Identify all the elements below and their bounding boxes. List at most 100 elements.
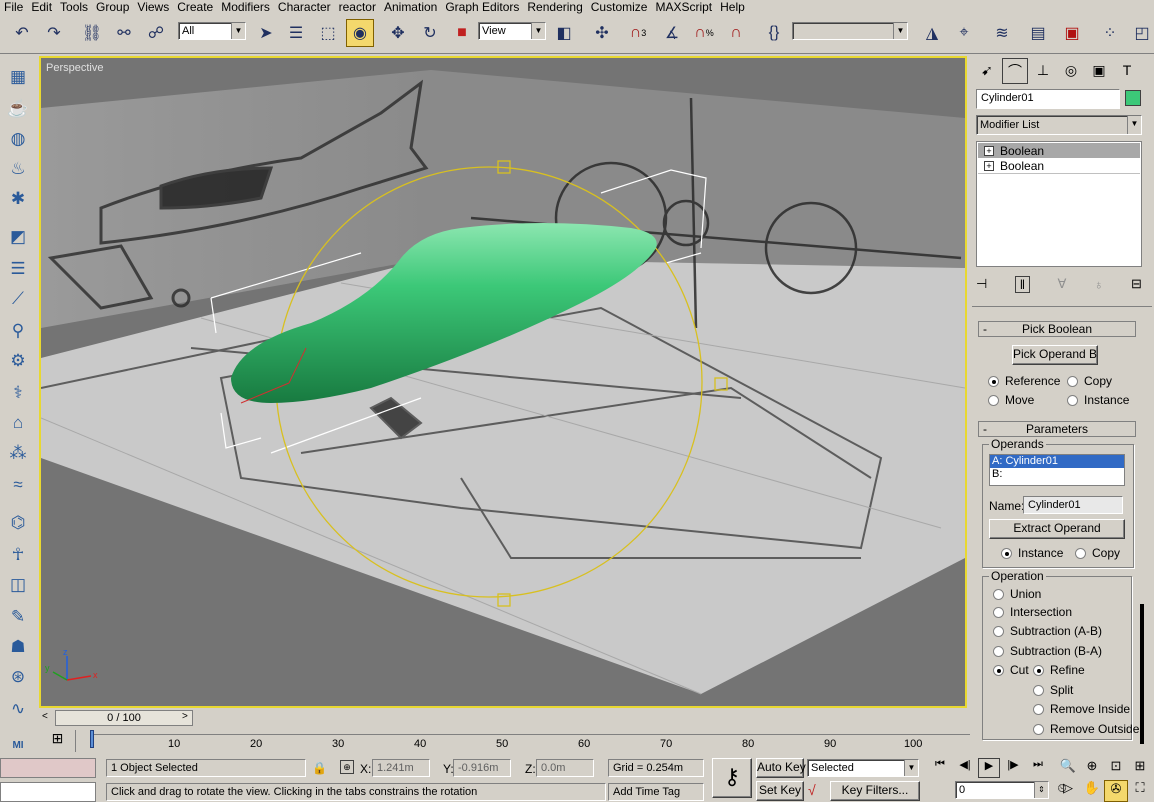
menu-modifiers[interactable]: Modifiers — [217, 0, 274, 14]
select-and-link-icon[interactable]: ⛓ — [78, 19, 106, 47]
menu-edit[interactable]: Edit — [27, 0, 56, 14]
expand-icon[interactable]: + — [984, 145, 994, 156]
union-radio[interactable]: Union — [993, 587, 1041, 601]
goto-end-icon[interactable]: ⏭ — [1026, 758, 1050, 778]
window-crossing-icon[interactable]: ◉ — [346, 19, 374, 47]
utilities-tab-icon[interactable]: T — [1114, 58, 1140, 84]
menu-rendering[interactable]: Rendering — [523, 0, 586, 14]
menu-file[interactable]: File — [0, 0, 27, 14]
hierarchy-tab-icon[interactable]: ⊥ — [1030, 58, 1056, 84]
menu-maxscript[interactable]: MAXScript — [651, 0, 716, 14]
material-editor-icon[interactable]: ⁘ — [1096, 19, 1124, 47]
intersection-radio[interactable]: Intersection — [993, 605, 1072, 619]
stack-item[interactable]: + Boolean — [978, 159, 1140, 174]
gear-icon[interactable]: ⚙ — [5, 348, 31, 374]
extract-instance-radio[interactable]: Instance — [1001, 546, 1063, 560]
remove-outside-radio[interactable]: Remove Outside — [1033, 722, 1139, 736]
helper-icon[interactable]: ✱ — [5, 186, 31, 212]
configure-sets-icon[interactable]: ⊟ — [1131, 276, 1142, 292]
stack-item[interactable]: + Boolean — [978, 143, 1140, 158]
spinner-snap-icon[interactable]: ∩ — [722, 19, 750, 47]
panel-scrollbar[interactable] — [1140, 604, 1144, 744]
modifier-stack[interactable]: + Boolean + Boolean — [976, 141, 1142, 267]
biped-icon[interactable]: ☥ — [5, 542, 31, 568]
current-frame-spinner[interactable]: 0 ⇕ — [955, 781, 1049, 799]
zoom-extents-all-icon[interactable]: ⊞ — [1128, 758, 1152, 780]
menu-group[interactable]: Group — [92, 0, 133, 14]
selection-filter-dropdown[interactable]: All ▼ — [178, 22, 246, 40]
key-icon[interactable]: ⚷ — [712, 758, 752, 798]
subtraction-ab-radio[interactable]: Subtraction (A-B) — [993, 624, 1102, 638]
display-tab-icon[interactable]: ▣ — [1086, 58, 1112, 84]
angle-snap-icon[interactable]: ∡ — [658, 19, 686, 47]
maximize-viewport-icon[interactable]: ⛶ — [1128, 780, 1152, 802]
curve-editor-icon[interactable]: ▤ — [1024, 19, 1052, 47]
pin-stack-icon[interactable]: ⊣ — [976, 276, 987, 292]
frame-marker[interactable] — [90, 730, 94, 748]
stack-icon[interactable]: ☰ — [5, 256, 31, 282]
manipulate-icon[interactable]: ✣ — [588, 19, 616, 47]
pick-boolean-rollout-header[interactable]: - Pick Boolean — [978, 321, 1136, 337]
curve-icon[interactable]: √ — [808, 782, 816, 798]
reference-coordinate-dropdown[interactable]: View ▼ — [478, 22, 546, 40]
next-frame-icon[interactable]: > — [182, 711, 188, 722]
curve-icon[interactable]: ∿ — [5, 696, 31, 722]
next-key-icon[interactable]: |▶ — [1002, 758, 1024, 778]
sphere-icon[interactable]: ◍ — [5, 126, 31, 152]
undo-icon[interactable]: ↶ — [8, 19, 36, 47]
modify-panel-icon[interactable]: ◩ — [5, 224, 31, 250]
subtraction-ba-radio[interactable]: Subtraction (B-A) — [993, 644, 1102, 658]
select-object-icon[interactable]: ➤ — [252, 19, 280, 47]
track-bar[interactable]: ⊞ 10 20 30 40 50 60 70 80 90 100 — [40, 728, 970, 754]
create-tab-icon[interactable]: ➹ — [974, 58, 1000, 84]
display-icon[interactable]: ◫ — [5, 572, 31, 598]
time-slider-thumb[interactable]: 0 / 100 — [55, 710, 193, 726]
z-coordinate-field[interactable]: 0.0m — [536, 759, 594, 777]
select-and-scale-icon[interactable]: ■ — [448, 19, 476, 47]
add-time-tag[interactable]: Add Time Tag — [608, 783, 704, 801]
hierarchy-icon[interactable]: ⌬ — [5, 510, 31, 536]
absolute-mode-icon[interactable]: ⊕ — [340, 760, 354, 774]
modifier-list-dropdown[interactable]: Modifier List ▼ — [976, 115, 1142, 135]
bend-icon[interactable]: ⟋ — [5, 286, 31, 312]
y-coordinate-field[interactable]: -0.916m — [453, 759, 511, 777]
edit-named-selections-icon[interactable]: {} — [760, 19, 788, 47]
rectangular-selection-icon[interactable]: ⬚ — [314, 19, 342, 47]
zoom-extents-icon[interactable]: ⊡ — [1104, 758, 1128, 780]
select-and-move-icon[interactable]: ✥ — [384, 19, 412, 47]
set-key-button[interactable]: Set Key — [756, 781, 804, 801]
make-unique-icon[interactable]: ∀ — [1058, 276, 1067, 292]
show-end-result-icon[interactable]: ‖ — [1014, 275, 1031, 293]
utilities-icon[interactable]: ✎ — [5, 604, 31, 630]
copy-radio[interactable]: Copy — [1067, 374, 1112, 388]
redo-icon[interactable]: ↷ — [40, 19, 68, 47]
object-color-swatch[interactable] — [1125, 90, 1141, 106]
move-radio[interactable]: Move — [988, 393, 1034, 407]
select-and-rotate-icon[interactable]: ↻ — [416, 19, 444, 47]
mirror-icon[interactable]: ◮ — [918, 19, 946, 47]
key-filters-button[interactable]: Key Filters... — [830, 781, 920, 801]
remove-inside-radio[interactable]: Remove Inside — [1033, 702, 1130, 716]
snaps-toggle-icon[interactable]: ∩ 3 — [624, 19, 652, 47]
key-mode-dropdown[interactable]: Selected ▼ — [807, 759, 919, 777]
unlink-icon[interactable]: ⚯ — [110, 19, 138, 47]
bone-icon[interactable]: ⚕ — [5, 380, 31, 406]
modify-tab-icon[interactable]: ⌒ — [1002, 58, 1028, 84]
menu-views[interactable]: Views — [133, 0, 173, 14]
camera-icon[interactable]: ⌂ — [5, 410, 31, 436]
cut-radio[interactable]: Cut — [993, 663, 1029, 677]
menu-help[interactable]: Help — [716, 0, 749, 14]
operand-name-field[interactable]: Cylinder01 — [1023, 496, 1123, 514]
named-selection-sets-dropdown[interactable]: ▼ — [792, 22, 908, 40]
prev-frame-icon[interactable]: < — [42, 711, 48, 722]
wheel-icon[interactable]: ⊛ — [5, 664, 31, 690]
motion-tab-icon[interactable]: ◎ — [1058, 58, 1084, 84]
pan-icon[interactable]: ✋ — [1080, 780, 1104, 802]
time-slider[interactable]: < 0 / 100 > — [40, 709, 968, 727]
split-radio[interactable]: Split — [1033, 683, 1073, 697]
operands-list[interactable]: A: Cylinder01 B: — [989, 454, 1125, 486]
auto-key-button[interactable]: Auto Key — [756, 758, 806, 778]
menu-animation[interactable]: Animation — [380, 0, 441, 14]
viewport-label[interactable]: Perspective — [46, 62, 103, 74]
parameters-rollout-header[interactable]: - Parameters — [978, 421, 1136, 437]
